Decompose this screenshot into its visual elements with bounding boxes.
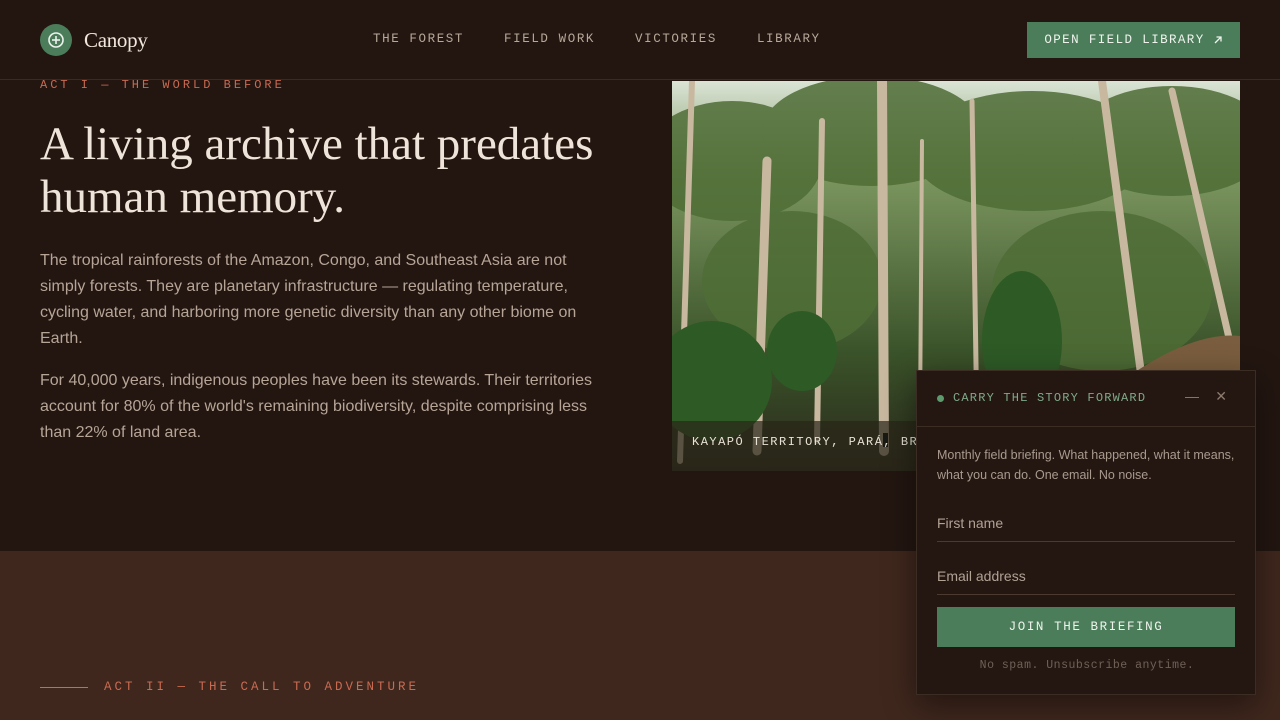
main-nav: THE FOREST FIELD WORK VICTORIES LIBRARY — [373, 32, 821, 46]
newsletter-note: No spam. Unsubscribe anytime. — [979, 659, 1195, 672]
status-dot-icon — [937, 395, 944, 402]
nav-item-library[interactable]: LIBRARY — [757, 32, 821, 46]
newsletter-description: Monthly field briefing. What happened, w… — [937, 448, 1235, 482]
newsletter-panel-header: CARRY THE STORY FORWARD — ✕ — [917, 371, 1255, 427]
open-field-library-button[interactable]: OPEN FIELD LIBRARY — [1027, 22, 1240, 58]
newsletter-title: CARRY THE STORY FORWARD — [953, 391, 1147, 405]
site-header: Canopy THE FOREST FIELD WORK VICTORIES L… — [0, 0, 1280, 80]
brand-name: Canopy — [84, 27, 148, 52]
arrow-up-right-icon — [1214, 36, 1222, 44]
hero-paragraph: For 40,000 years, indigenous peoples hav… — [40, 372, 593, 441]
photo-caption: KAYAPÓ TERRITORY, PARÁ, BRAZIL — [692, 435, 954, 449]
divider — [40, 686, 88, 688]
minimize-icon[interactable]: — — [1185, 388, 1199, 404]
cta-label: OPEN FIELD LIBRARY — [1044, 33, 1205, 47]
hero-title: A living archive that predates human mem… — [40, 118, 594, 223]
close-icon[interactable]: ✕ — [1215, 388, 1227, 405]
brand-logo[interactable]: Canopy — [40, 24, 148, 56]
nav-item-victories[interactable]: VICTORIES — [635, 32, 717, 46]
leaf-icon — [40, 24, 72, 56]
nav-item-field-work[interactable]: FIELD WORK — [504, 32, 595, 46]
hero-paragraph: The tropical rainforests of the Amazon, … — [40, 252, 577, 347]
act-two-label: ACT II — THE CALL TO ADVENTURE — [104, 680, 420, 694]
first-name-field[interactable] — [937, 504, 1235, 542]
newsletter-panel: CARRY THE STORY FORWARD — ✕ Monthly fiel… — [916, 370, 1256, 695]
nav-item-the-forest[interactable]: THE FOREST — [373, 32, 464, 46]
join-briefing-button[interactable]: JOIN THE BRIEFING — [937, 607, 1235, 647]
email-field[interactable] — [937, 557, 1235, 595]
act-two-eyebrow: ACT II — THE CALL TO ADVENTURE — [40, 680, 419, 694]
act-one-eyebrow: ACT I — THE WORLD BEFORE — [40, 78, 285, 92]
